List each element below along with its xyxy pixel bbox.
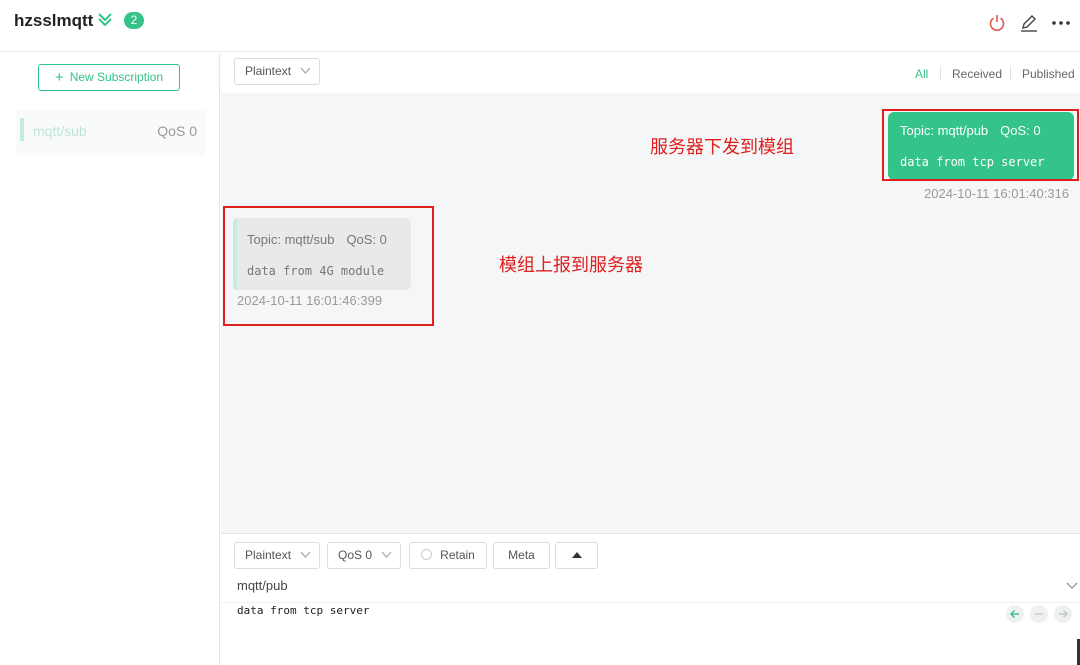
arrow-right-icon [1059,610,1068,618]
history-clear-button[interactable] [1030,605,1048,623]
subscription-topic: mqtt/sub [33,123,87,139]
composer-format-value: Plaintext [245,548,292,562]
payload-format-select[interactable]: Plaintext [234,58,320,85]
published-annotation-text: 服务器下发到模组 [650,137,794,158]
arrow-left-icon [1010,610,1019,618]
message-toolbar: Plaintext All Received Published [221,53,1080,93]
more-icon[interactable] [1050,12,1072,34]
composer-qos-select[interactable]: QoS 0 [327,542,401,569]
message-panel: Plaintext All Received Published Topic: … [221,53,1080,665]
retain-toggle[interactable]: Retain [409,542,487,569]
retain-radio-icon [421,549,433,560]
composer-format-select[interactable]: Plaintext [234,542,320,569]
mqtt-client-window: hzsslmqtt 2 + New Subscription mqtt/sub Q… [0,0,1080,665]
history-back-button[interactable] [1006,605,1024,623]
chevron-down-icon [381,551,392,558]
filter-tab-published[interactable]: Published [1022,67,1075,81]
meta-button[interactable]: Meta [493,542,550,569]
caret-up-icon [571,552,582,558]
message-timestamp: 2024-10-11 16:01:40:316 [924,186,1070,201]
filter-tab-received[interactable]: Received [952,67,1002,81]
chevron-down-icon [300,67,311,74]
received-annotation-box [223,206,434,326]
meta-label: Meta [508,548,535,562]
subscription-color-bar [20,118,24,141]
power-icon[interactable] [986,12,1008,34]
published-annotation-box [882,109,1079,181]
new-subscription-button[interactable]: + New Subscription [38,64,180,91]
subscriptions-sidebar: + New Subscription mqtt/sub QoS 0 [0,53,220,665]
composer-divider [221,602,1080,603]
chevron-down-icon [300,551,311,558]
expand-composer-button[interactable] [555,542,598,569]
minus-icon [1035,613,1043,615]
subscription-qos: QoS 0 [157,123,197,139]
plus-icon: + [54,69,64,86]
connection-count-badge: 2 [124,12,144,29]
history-forward-button[interactable] [1054,605,1072,623]
filter-tab-all[interactable]: All [915,67,928,81]
message-list: Topic: mqtt/pub QoS: 0 data from tcp serv… [221,93,1080,533]
edit-icon[interactable] [1018,12,1040,34]
connection-header: hzsslmqtt 2 [0,0,1080,52]
new-subscription-label: New Subscription [69,70,164,84]
chevrons-down-icon[interactable] [96,11,114,29]
tab-divider [1010,66,1011,80]
chevron-down-icon[interactable] [1066,582,1078,590]
payload-format-value: Plaintext [245,64,292,78]
connection-name: hzsslmqtt [14,11,94,30]
tab-divider [940,66,941,80]
received-annotation-text: 模组上报到服务器 [499,255,643,276]
payload-input[interactable]: data from tcp server [237,604,369,617]
topic-input[interactable]: mqtt/pub [237,578,288,593]
publish-composer: Plaintext QoS 0 Retain Meta mqtt/pub dat… [221,533,1080,665]
subscription-item[interactable]: mqtt/sub QoS 0 [16,110,206,155]
composer-qos-value: QoS 0 [338,548,373,562]
retain-label: Retain [440,548,475,562]
